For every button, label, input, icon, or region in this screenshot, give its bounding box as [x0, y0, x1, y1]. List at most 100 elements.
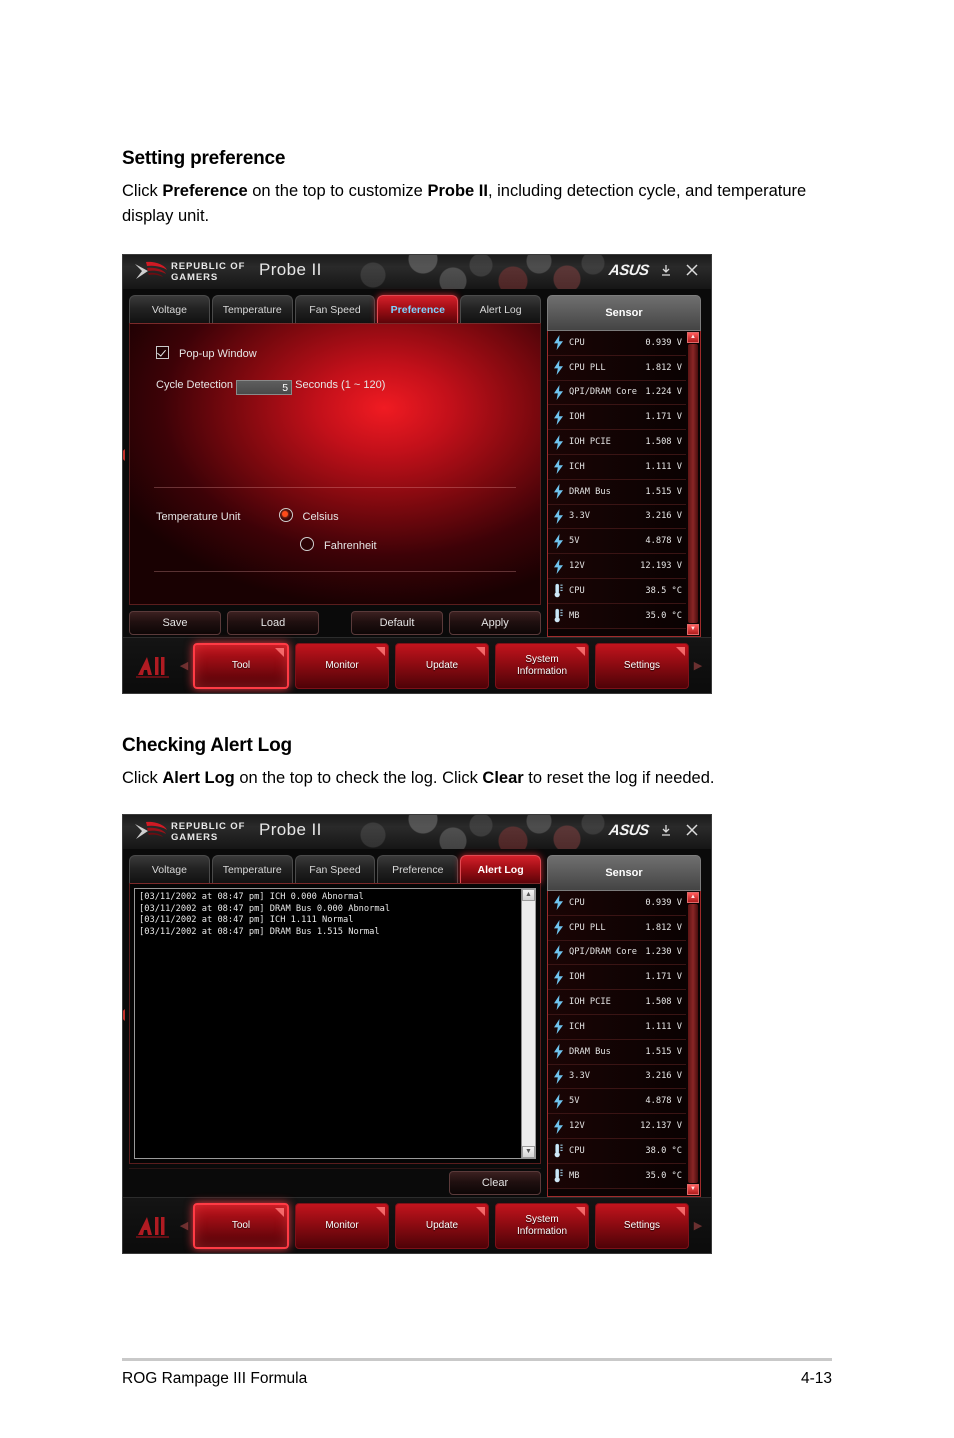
alert-log-scrollbar[interactable]: ▲ ▼ [521, 889, 535, 1158]
text-bold-probe2: Probe II [427, 182, 488, 200]
popup-window-checkbox[interactable] [156, 346, 169, 359]
rog-eye-logo-icon [135, 821, 167, 839]
sensor-value: 35.0 °C [645, 1170, 682, 1181]
nav-next-arrow-icon[interactable]: ▶ [691, 659, 705, 672]
sensor-name: CPU PLL [569, 922, 606, 933]
nav-button-system-information[interactable]: System Information [495, 642, 589, 689]
close-icon[interactable] [683, 263, 701, 281]
tab-bar-2[interactable]: Voltage Temperature Fan Speed Preference Ale… [129, 855, 541, 883]
rog-brand-text: REPUBLIC OF GAMERS [171, 261, 245, 283]
probe2-window-preference[interactable]: REPUBLIC OF GAMERS Probe II ASUS Voltage… [122, 254, 712, 694]
scroll-up-icon[interactable]: ▲ [687, 892, 699, 903]
section-setting-preference: Setting preference Click Preference on t… [122, 148, 842, 229]
voltage-bolt-icon [552, 920, 565, 936]
sensor-name: 3.3V [569, 1071, 590, 1082]
tab-bar[interactable]: Voltage Temperature Fan Speed Preference Ale… [129, 295, 541, 323]
clear-button[interactable]: Clear [449, 1171, 541, 1195]
nav-button-label: Monitor [325, 1219, 359, 1231]
sensor-value: 35.0 °C [645, 610, 682, 621]
window-body-2: Voltage Temperature Fan Speed Preference Ale… [123, 849, 711, 1197]
sensor-panel-title-2: Sensor [547, 855, 701, 891]
nav-button-settings[interactable]: Settings [595, 1202, 689, 1249]
tab-preference[interactable]: Preference [377, 295, 459, 323]
preference-panel: Pop-up Window Cycle Detection 5 Seconds … [129, 323, 541, 605]
window-body: Voltage Temperature Fan Speed Preference Ale… [123, 289, 711, 637]
nav-button-monitor[interactable]: Monitor [295, 1202, 389, 1249]
sensor-value: 1.224 V [645, 387, 682, 398]
sensor-value: 3.216 V [645, 511, 682, 522]
tab-fan-speed[interactable]: Fan Speed [294, 855, 376, 883]
nav-prev-arrow-icon[interactable]: ◀ [177, 1219, 191, 1232]
voltage-bolt-icon [552, 459, 565, 475]
nav-button-group-2[interactable]: Tool Monitor Update System Information Settin… [191, 1202, 691, 1249]
tab-alert-log[interactable]: Alert Log [460, 855, 541, 883]
sensor-value: 1.171 V [645, 972, 682, 983]
temperature-unit-row: Temperature Unit Celsius [156, 508, 339, 523]
section-checking-alert-log: Checking Alert Log Click Alert Log on th… [122, 735, 842, 791]
nav-button-update[interactable]: Update [395, 642, 489, 689]
default-button[interactable]: Default [351, 611, 443, 635]
tab-temperature[interactable]: Temperature [211, 295, 293, 323]
popup-window-row[interactable]: Pop-up Window [156, 346, 257, 360]
cycle-detection-input[interactable]: 5 [236, 380, 293, 395]
sensor-value: 1.812 V [645, 362, 682, 373]
tab-preference[interactable]: Preference [377, 855, 459, 883]
sensor-scrollbar-2[interactable]: ▲ ▼ [687, 892, 699, 1195]
rog-brand-line1-2: REPUBLIC OF [171, 821, 246, 832]
scroll-down-icon[interactable]: ▼ [687, 624, 699, 635]
scroll-track[interactable] [688, 904, 698, 1183]
nav-button-tool[interactable]: Tool [193, 642, 289, 689]
nav-next-arrow-icon[interactable]: ▶ [691, 1219, 705, 1232]
scroll-up-icon[interactable]: ▲ [522, 889, 535, 901]
minimize-icon[interactable] [657, 263, 675, 281]
nav-button-label: System Information [516, 1213, 568, 1237]
probe2-window-alert-log[interactable]: REPUBLIC OF GAMERS Probe II ASUS Voltage… [122, 814, 712, 1254]
sensor-name: CPU [569, 1145, 585, 1156]
alert-log-textarea[interactable]: [03/11/2002 at 08:47 pm] ICH 0.000 Abnor… [134, 888, 536, 1159]
sensor-name: 12V [569, 1121, 585, 1132]
voltage-bolt-icon [552, 1118, 565, 1134]
nav-button-settings[interactable]: Settings [595, 642, 689, 689]
nav-button-group[interactable]: Tool Monitor Update System Information Settin… [191, 642, 691, 689]
alert-log-panel: [03/11/2002 at 08:47 pm] ICH 0.000 Abnor… [129, 883, 541, 1164]
tab-voltage[interactable]: Voltage [129, 855, 210, 883]
paragraph-setting-preference: Click Preference on the top to customize… [122, 179, 842, 229]
radio-fahrenheit[interactable] [300, 537, 314, 551]
scroll-track[interactable] [688, 344, 698, 623]
minimize-icon[interactable] [657, 823, 675, 841]
text-pre-2: Click [122, 769, 163, 787]
voltage-bolt-icon [552, 558, 565, 574]
load-button[interactable]: Load [227, 611, 319, 635]
voltage-bolt-icon [552, 384, 565, 400]
nav-button-system-information[interactable]: System Information [495, 1202, 589, 1249]
radio-fahrenheit-label: Fahrenheit [324, 540, 377, 552]
sensor-list[interactable]: CPU 0.939 V CPU PLL 1.812 V QPI/DRAM Core 1.2… [547, 331, 701, 637]
scroll-down-icon[interactable]: ▼ [687, 1184, 699, 1195]
nav-button-tool[interactable]: Tool [193, 1202, 289, 1249]
rog-brand-line1: REPUBLIC OF [171, 261, 246, 272]
left-pane: Voltage Temperature Fan Speed Preference Ale… [129, 295, 541, 637]
sensor-list-2[interactable]: CPU 0.939 V CPU PLL 1.812 V QPI/DRAM Core 1.2… [547, 891, 701, 1197]
text-bold-alertlog: Alert Log [162, 769, 235, 787]
sensor-scrollbar[interactable]: ▲ ▼ [687, 332, 699, 635]
thermometer-icon [552, 1143, 565, 1158]
tab-voltage[interactable]: Voltage [129, 295, 210, 323]
tab-temperature[interactable]: Temperature [211, 855, 293, 883]
scroll-down-icon[interactable]: ▼ [522, 1146, 535, 1158]
sensor-row: IOH 1.171 V [548, 965, 686, 991]
radio-celsius[interactable] [278, 508, 293, 522]
sensor-name: 5V [569, 1096, 580, 1107]
nav-button-monitor[interactable]: Monitor [295, 642, 389, 689]
scroll-up-icon[interactable]: ▲ [687, 332, 699, 343]
nav-prev-arrow-icon[interactable]: ◀ [177, 659, 191, 672]
apply-button[interactable]: Apply [449, 611, 541, 635]
cycle-detection-row[interactable]: Cycle Detection 5 Seconds (1 ~ 120) [156, 379, 385, 395]
left-collapse-arrow-icon[interactable] [123, 1009, 125, 1021]
tab-fan-speed[interactable]: Fan Speed [294, 295, 376, 323]
tab-alert-log[interactable]: Alert Log [460, 295, 541, 323]
left-collapse-arrow-icon[interactable] [123, 449, 125, 461]
save-button[interactable]: Save [129, 611, 221, 635]
left-pane-2: Voltage Temperature Fan Speed Preference Ale… [129, 855, 541, 1197]
close-icon[interactable] [683, 823, 701, 841]
nav-button-update[interactable]: Update [395, 1202, 489, 1249]
